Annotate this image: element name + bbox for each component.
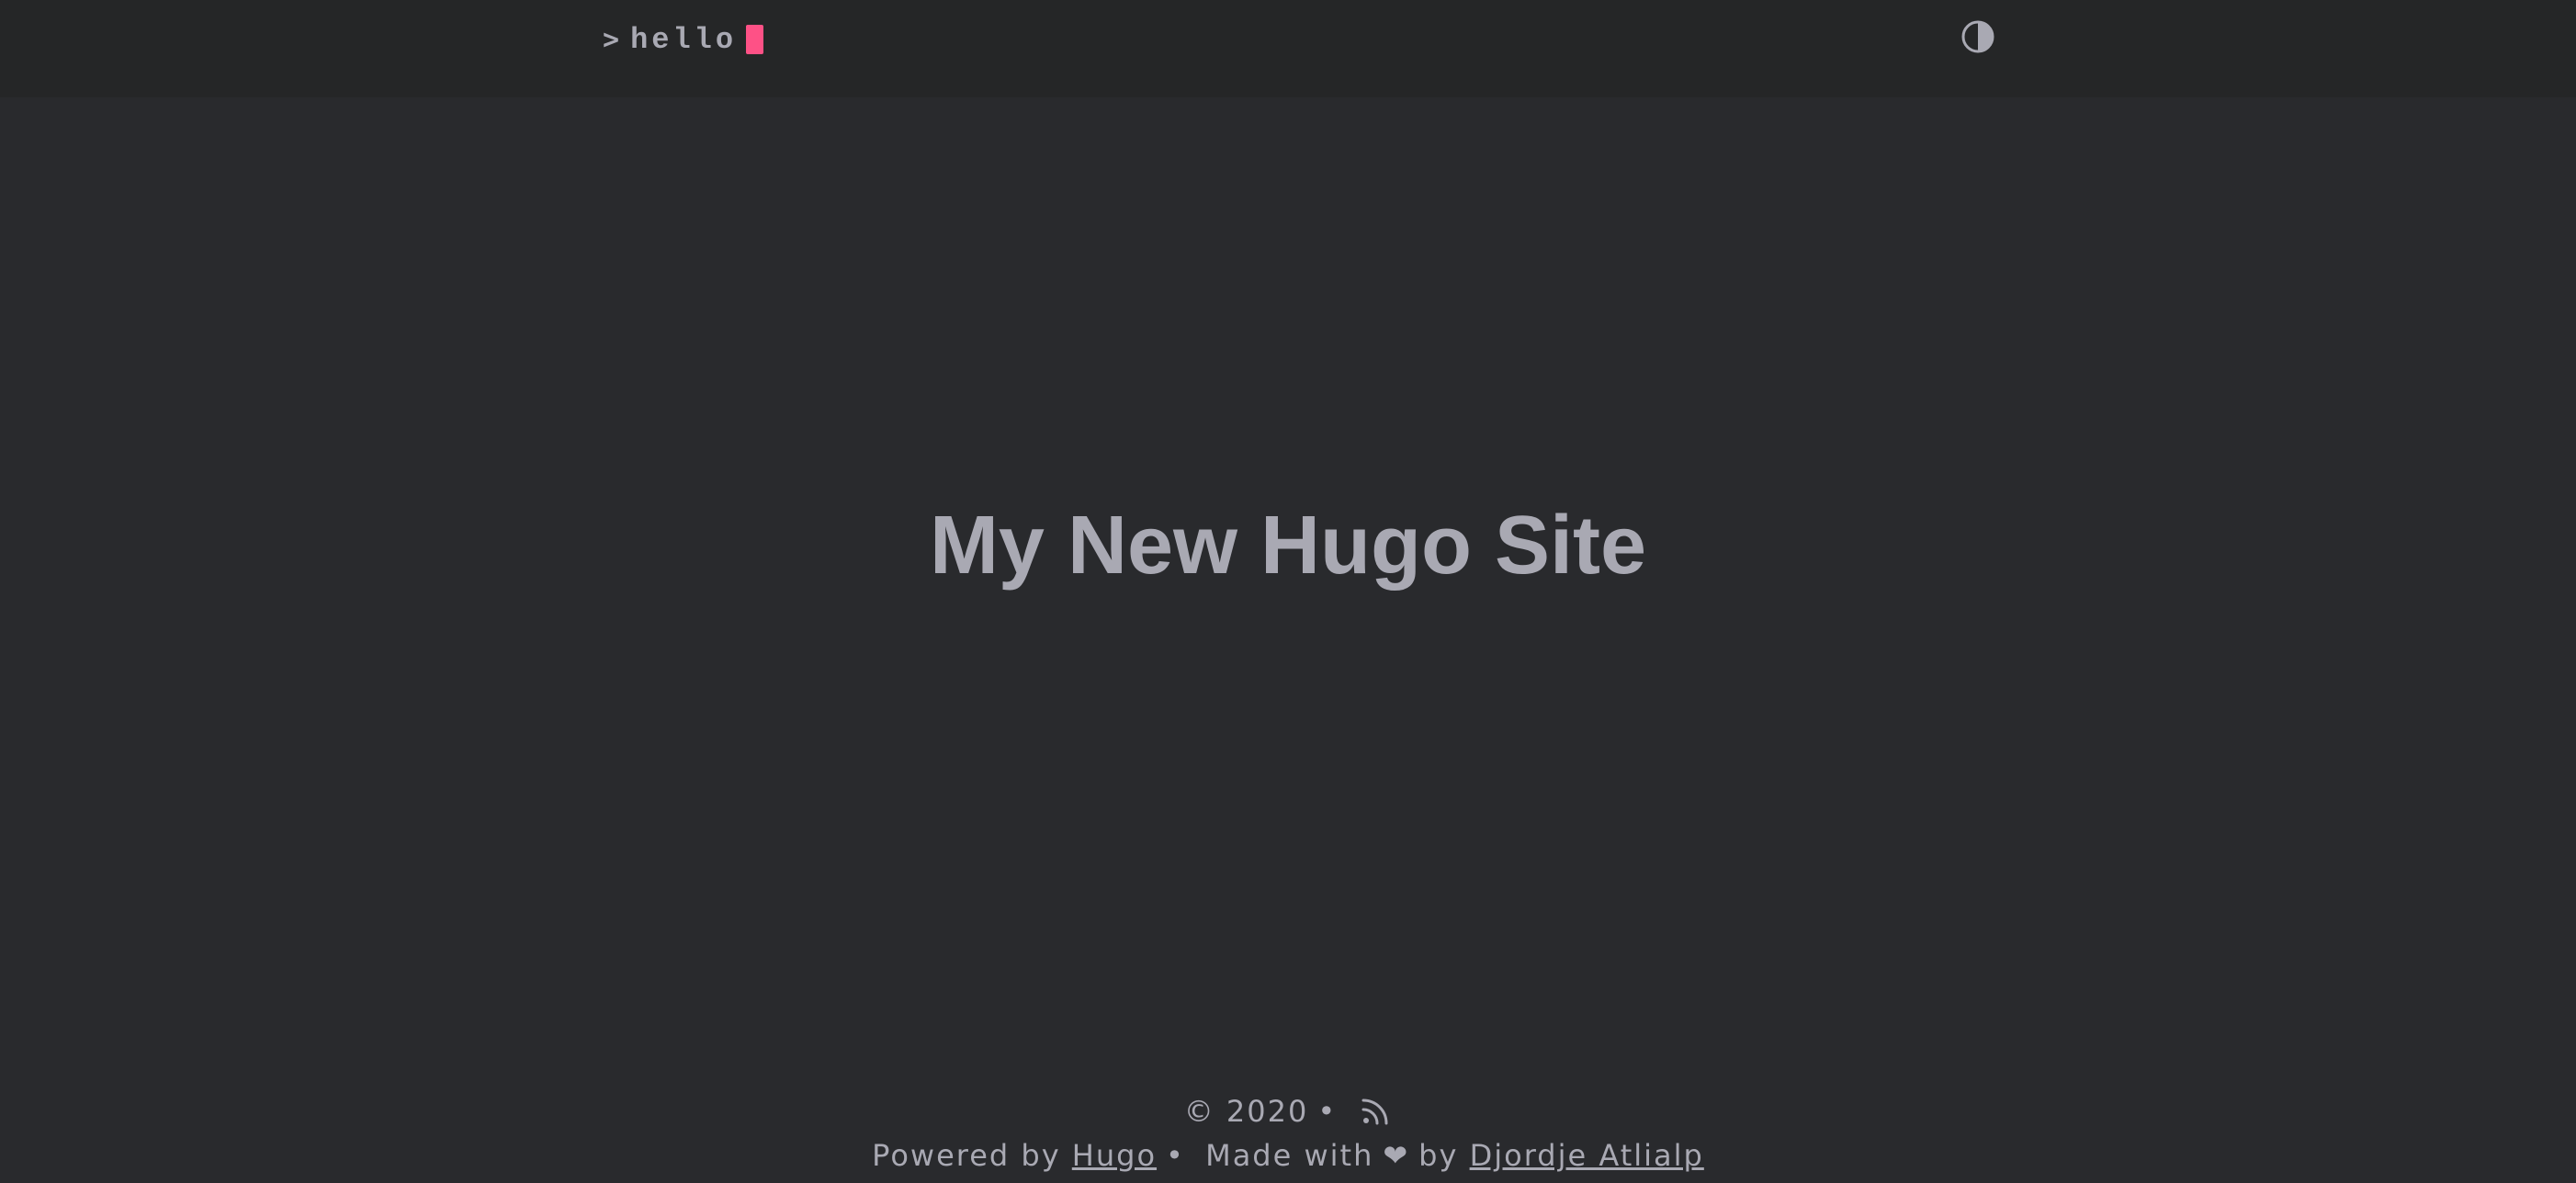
main-content: My New Hugo Site: [0, 97, 2576, 1071]
site-footer: © 2020 • Powered by Hugo • Made with ❤ b…: [0, 1089, 2576, 1177]
logo-cursor: [746, 25, 764, 54]
hugo-link[interactable]: Hugo: [1072, 1138, 1157, 1173]
footer-separator: •: [1317, 1094, 1338, 1129]
contrast-half-circle-icon: [1961, 20, 1994, 53]
made-with-text: Made with: [1205, 1138, 1374, 1173]
logo-text: hello: [630, 22, 738, 57]
site-logo[interactable]: > hello: [603, 18, 764, 61]
heart-icon: ❤: [1383, 1138, 1410, 1173]
by-text: by: [1418, 1138, 1459, 1173]
powered-by-text: Powered by: [872, 1138, 1061, 1173]
footer-separator: •: [1166, 1138, 1185, 1173]
page-title: My New Hugo Site: [929, 500, 1647, 592]
logo-prompt: >: [603, 23, 620, 56]
footer-credits-line: Powered by Hugo • Made with ❤ by Djordje…: [0, 1133, 2576, 1177]
copyright-text: © 2020: [1183, 1094, 1309, 1129]
author-link[interactable]: Djordje Atlialp: [1470, 1138, 1704, 1173]
rss-icon[interactable]: [1359, 1095, 1392, 1128]
theme-toggle-button[interactable]: [1960, 18, 1996, 55]
footer-copyright-line: © 2020 •: [0, 1089, 2576, 1133]
site-header: > hello: [0, 0, 2576, 97]
